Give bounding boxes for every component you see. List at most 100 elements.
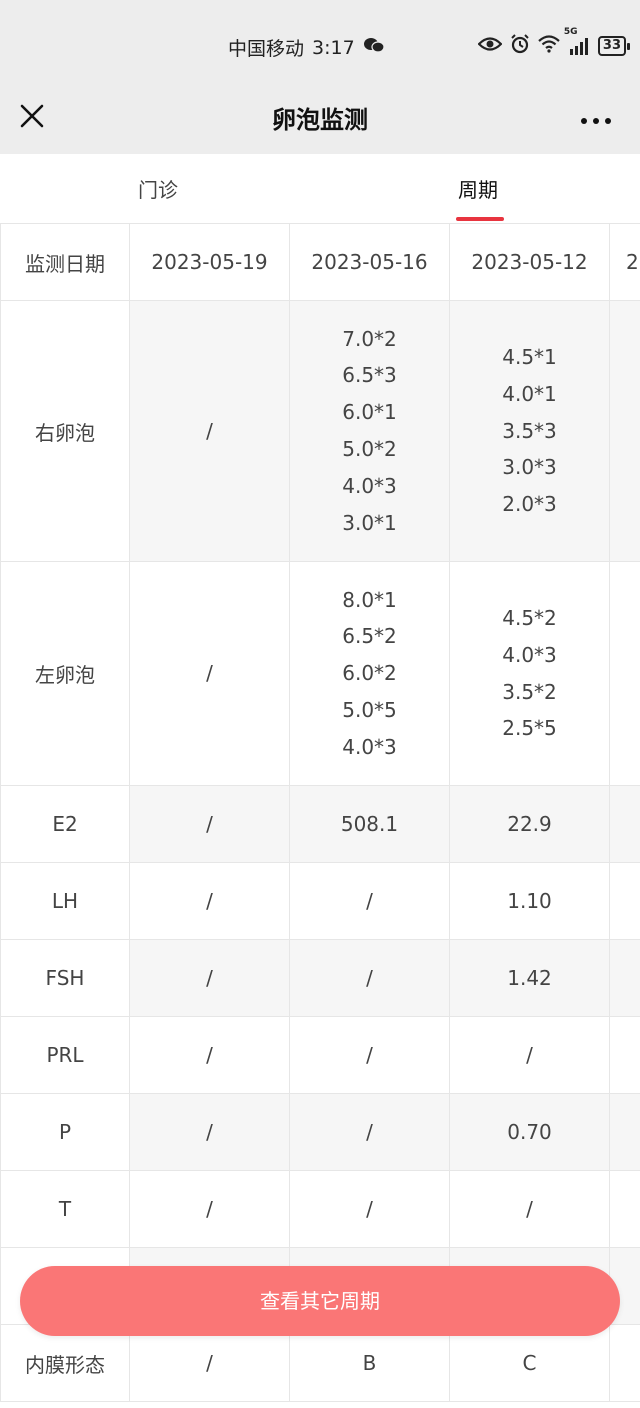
cell-values: 22.9	[450, 806, 609, 843]
cell-value-line: 2.0*3	[502, 492, 557, 517]
cell-value-line: 6.5*2	[342, 624, 397, 649]
table-cell: /	[449, 1170, 610, 1248]
cell-value-line: /	[206, 1119, 213, 1144]
row-label: T	[0, 1170, 130, 1248]
cell-values: /	[450, 1191, 609, 1228]
table-row: P / / 0.70	[0, 1093, 640, 1171]
row-label: PRL	[0, 1016, 130, 1094]
view-other-cycles-button[interactable]: 查看其它周期	[20, 1266, 620, 1336]
row-label: 右卵泡	[0, 300, 130, 562]
row-label: E2	[0, 785, 130, 863]
row-label: FSH	[0, 939, 130, 1017]
cell-value-line: /	[206, 811, 213, 836]
cell-value-line: 6.0*1	[342, 400, 397, 425]
row-label: 内膜形态	[0, 1324, 130, 1402]
cell-values: /	[130, 960, 289, 997]
cell-values: 508.1	[290, 806, 449, 843]
header-date-label: 监测日期	[0, 223, 130, 301]
table-row: 右卵泡/7.0*2 6.5*3 6.0*1 5.0*2 4.0*3 3.0*1 4.5*1 4…	[0, 300, 640, 562]
cell-values: /	[290, 883, 449, 920]
cell-values: /	[130, 1191, 289, 1228]
cell-value-line: /	[366, 888, 373, 913]
table-cell: /	[449, 1016, 610, 1094]
cell-values: /	[130, 883, 289, 920]
cell-values: /	[290, 1191, 449, 1228]
cell-value-line: /	[206, 888, 213, 913]
cell-values: /	[130, 413, 289, 450]
cell-values: /	[130, 1345, 289, 1382]
table-cell	[609, 1170, 640, 1248]
cell-value-line: C	[522, 1350, 537, 1375]
cell-values: C	[450, 1345, 609, 1382]
table-cell: /	[129, 1016, 290, 1094]
page-title: 卵泡监测	[272, 106, 368, 134]
tab-bar: 门诊 周期	[0, 154, 640, 224]
table-cell: 1.42	[449, 939, 610, 1017]
cell-value-line: /	[366, 1119, 373, 1144]
table-cell	[609, 785, 640, 863]
table-cell: /	[289, 1093, 450, 1171]
network-type-label: 5G	[563, 27, 578, 37]
more-icon[interactable]	[580, 112, 612, 125]
table-cell: /	[129, 561, 290, 786]
cell-value-line: 8.0*1	[342, 587, 397, 612]
cell-value-line: /	[366, 965, 373, 990]
follicle-table: 监测日期 2023-05-19 2023-05-16 2023-05-12 2 …	[0, 223, 640, 1402]
table-cell: 7.0*2 6.5*3 6.0*1 5.0*2 4.0*3 3.0*1	[289, 300, 450, 562]
table-cell: /	[129, 300, 290, 562]
cell-value-line: 22.9	[507, 811, 552, 836]
cell-value-line: 1.10	[507, 888, 552, 913]
table-row: E2 / 508.1 22.9	[0, 785, 640, 863]
status-left: 中国移动 3:17	[228, 34, 385, 61]
table-cell: B	[289, 1324, 450, 1402]
cell-value-line: 3.0*3	[502, 455, 557, 480]
table-cell	[609, 1324, 640, 1402]
cell-value-line: 4.0*1	[502, 381, 557, 406]
cell-value-line: 5.0*5	[342, 697, 397, 722]
table-cell	[609, 862, 640, 940]
cell-values: 0.70	[450, 1114, 609, 1151]
table-cell: 4.5*2 4.0*3 3.5*2 2.5*5	[449, 561, 610, 786]
cell-value-line: 4.0*3	[342, 734, 397, 759]
cell-values: 4.5*2 4.0*3 3.5*2 2.5*5	[450, 600, 609, 747]
table-cell: 8.0*1 6.5*2 6.0*2 5.0*5 4.0*3	[289, 561, 450, 786]
alarm-icon	[510, 34, 530, 58]
table-cell: /	[129, 1170, 290, 1248]
table-cell	[609, 561, 640, 786]
table-cell: 4.5*1 4.0*1 3.5*3 3.0*3 2.0*3	[449, 300, 610, 562]
header-date: 2023-05-16	[289, 223, 450, 301]
header-date: 2023-05-12	[449, 223, 610, 301]
signal-icon: 5G	[564, 27, 590, 55]
table-cell: /	[129, 939, 290, 1017]
header-date: 2	[609, 223, 640, 301]
table-row: 内膜形态 / B C	[0, 1324, 640, 1402]
row-label: 左卵泡	[0, 561, 130, 786]
table-cell: /	[129, 862, 290, 940]
cell-values: /	[290, 1114, 449, 1151]
monitor-table[interactable]: 监测日期 2023-05-19 2023-05-16 2023-05-12 2 …	[0, 223, 640, 1408]
table-row: PRL / / /	[0, 1016, 640, 1094]
table-cell	[609, 939, 640, 1017]
tab-cycle[interactable]: 周期	[458, 174, 498, 203]
table-cell: C	[449, 1324, 610, 1402]
cell-values: /	[130, 655, 289, 692]
table-cell: 22.9	[449, 785, 610, 863]
table-cell: 1.10	[449, 862, 610, 940]
cell-value-line: 4.5*1	[502, 345, 557, 369]
cell-value-line: 508.1	[340, 811, 399, 836]
table-cell: /	[129, 785, 290, 863]
header-date: 2023-05-19	[129, 223, 290, 301]
cell-values: /	[130, 806, 289, 843]
cell-value-line: /	[526, 1196, 533, 1221]
table-row: LH / / 1.10	[0, 862, 640, 940]
battery-icon: 33	[597, 36, 631, 56]
cell-values: 7.0*2 6.5*3 6.0*1 5.0*2 4.0*3 3.0*1	[290, 321, 449, 542]
table-cell	[609, 1093, 640, 1171]
status-bar: 中国移动 3:17 5G 33	[0, 0, 640, 92]
cell-value-line: /	[526, 1042, 533, 1067]
cell-values: /	[130, 1037, 289, 1074]
wifi-icon	[538, 35, 560, 57]
wechat-icon	[363, 36, 385, 59]
tab-clinic[interactable]: 门诊	[138, 174, 178, 203]
cell-values: /	[450, 1037, 609, 1074]
